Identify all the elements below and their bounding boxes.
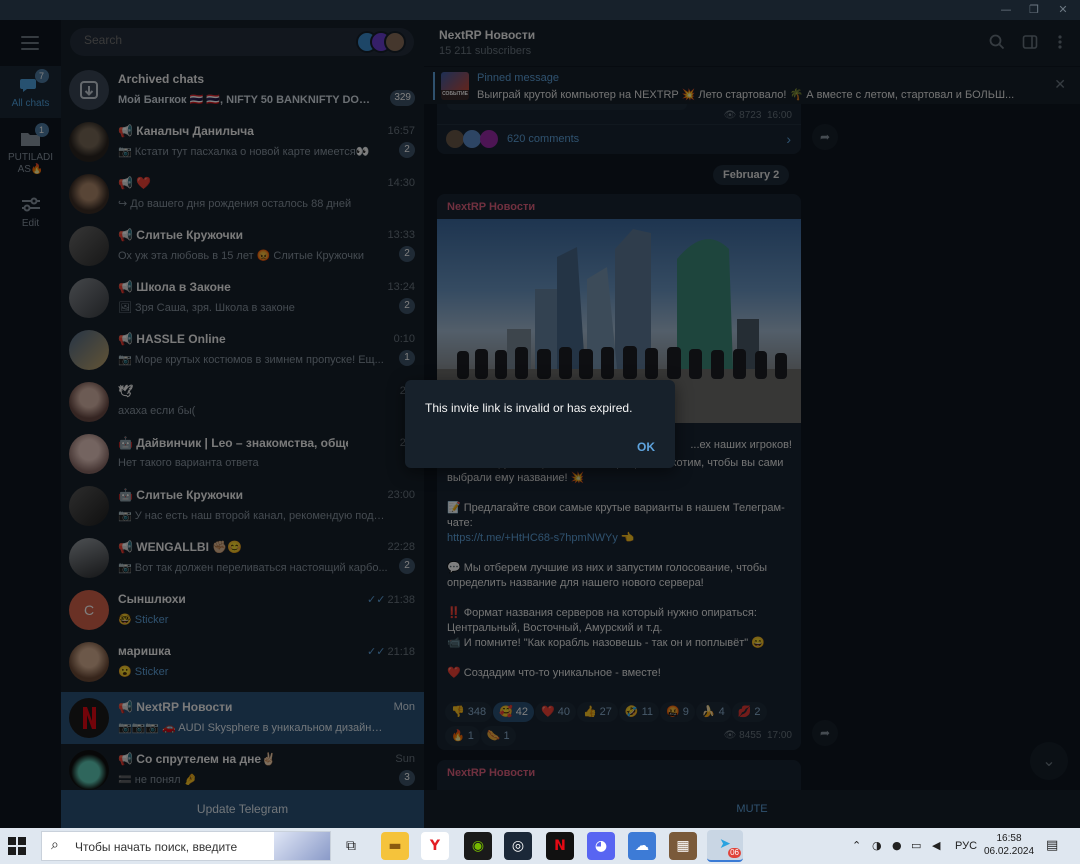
file-explorer-icon[interactable]: ▬ [381,832,409,860]
search-icon: ⌕ [51,837,59,853]
steam-icon[interactable]: ◎ [504,832,532,860]
minimize-button[interactable]: — [993,0,1019,20]
window-titlebar: — ❐ ✕ [0,0,1080,20]
tray-app-icon[interactable]: ◑ [872,839,882,852]
notifications-icon[interactable]: ▤ [1046,838,1058,853]
windows-taskbar: ⌕ Чтобы начать поиск, введите ⧉ ▬ Y ◉ ◎ … [0,828,1080,864]
invalid-invite-dialog: This invite link is invalid or has expir… [405,380,675,468]
tray-chevron-icon[interactable]: ⌃ [852,839,861,852]
nvidia-icon[interactable]: ◉ [464,832,492,860]
clock-date: 06.02.2024 [983,846,1035,857]
telegram-taskbar-icon[interactable]: ➤ 06 [707,830,743,862]
dialog-message: This invite link is invalid or has expir… [425,401,633,415]
cloud-app-icon[interactable]: ☁ [628,832,656,860]
taskbar-clock[interactable]: 16:58 06.02.2024 [982,832,1036,858]
task-view-icon[interactable]: ⧉ [337,832,365,860]
volume-icon[interactable]: ◀ [932,839,940,852]
language-indicator[interactable]: РУС [955,840,977,852]
clock-time: 16:58 [996,833,1022,844]
close-window-button[interactable]: ✕ [1050,0,1076,20]
yandex-browser-icon[interactable]: Y [421,832,449,860]
microphone-icon[interactable]: ● [892,839,902,852]
taskbar-search[interactable]: ⌕ Чтобы начать поиск, введите [41,831,331,861]
discord-icon[interactable]: ◕ [587,832,615,860]
taskbar-search-placeholder: Чтобы начать поиск, введите [75,840,238,854]
search-highlight-image [274,832,330,860]
ok-button[interactable]: OK [637,440,655,454]
windows-start-icon[interactable] [8,837,26,855]
netflix-app-icon[interactable]: N [546,832,574,860]
network-icon[interactable]: ▭ [911,839,921,852]
telegram-taskbar-badge: 06 [728,848,741,858]
photo-app-icon[interactable]: ▦ [669,832,697,860]
restore-button[interactable]: ❐ [1021,0,1047,20]
